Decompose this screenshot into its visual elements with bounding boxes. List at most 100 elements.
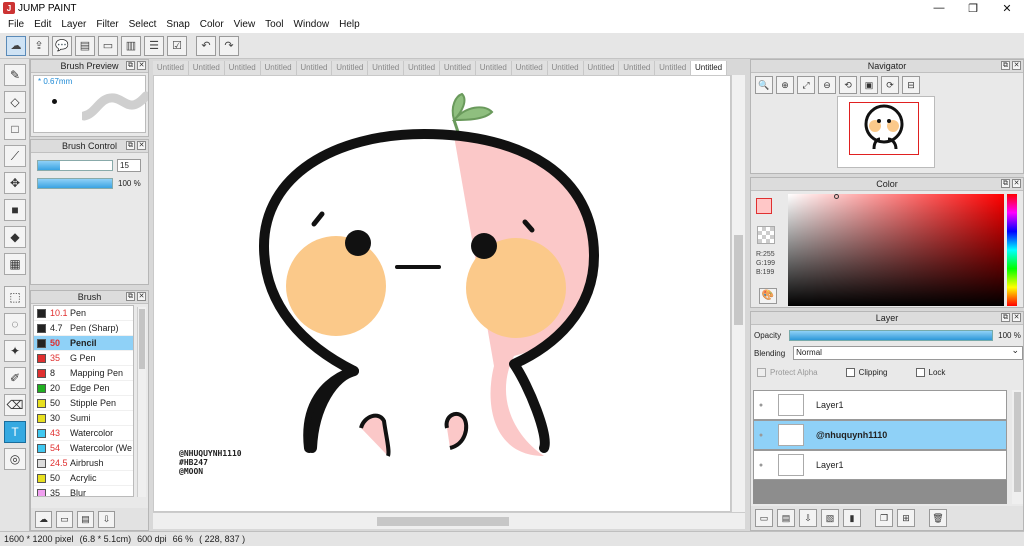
magic-wand-tool-icon[interactable]: ✦: [4, 340, 26, 362]
document-tab[interactable]: Untitled: [655, 61, 692, 75]
brush-opacity-slider[interactable]: [37, 178, 113, 189]
document-tab[interactable]: Untitled: [440, 61, 476, 75]
float-icon[interactable]: ⧉: [126, 141, 135, 150]
zoom-in-icon[interactable]: ⊕: [776, 76, 794, 94]
doc-icon[interactable]: ▥: [121, 35, 141, 56]
shape-tool-icon[interactable]: □: [4, 118, 26, 140]
rotate-left-icon[interactable]: ⟲: [839, 76, 857, 94]
viewport-rectangle[interactable]: [849, 102, 919, 155]
brush-size-slider[interactable]: [37, 160, 113, 171]
visibility-icon[interactable]: ●: [754, 402, 768, 409]
menu-view[interactable]: View: [229, 19, 261, 30]
brush-cloud-icon[interactable]: ☁: [35, 510, 52, 528]
folder-icon[interactable]: ▮: [843, 509, 861, 527]
clipping-checkbox[interactable]: Clipping: [845, 368, 888, 377]
visibility-icon[interactable]: ●: [754, 462, 768, 469]
float-icon[interactable]: ⧉: [126, 292, 135, 301]
document-tab[interactable]: Untitled: [332, 61, 369, 75]
brush-list-item[interactable]: 4.7 Pen (Sharp): [34, 321, 133, 336]
canvas-vertical-scrollbar[interactable]: [731, 75, 745, 512]
lasso-tool-icon[interactable]: ◌: [4, 313, 26, 335]
brush-list-item[interactable]: 43 Watercolor: [34, 426, 133, 441]
menu-color[interactable]: Color: [195, 19, 229, 30]
color-picker-field[interactable]: [788, 194, 1004, 306]
pen-tool-icon[interactable]: ✎: [4, 64, 26, 86]
brush-list-item[interactable]: 30 Sumi: [34, 411, 133, 426]
document-tab[interactable]: Untitled: [548, 61, 584, 75]
document-tab[interactable]: Untitled: [619, 61, 656, 75]
menu-tool[interactable]: Tool: [260, 19, 288, 30]
share-icon[interactable]: ⇪: [29, 35, 49, 56]
gradient-tool-icon[interactable]: ▦: [4, 253, 26, 275]
menu-edit[interactable]: Edit: [29, 19, 56, 30]
brush-list-item[interactable]: 8 Mapping Pen: [34, 366, 133, 381]
menu-window[interactable]: Window: [289, 19, 335, 30]
brush-list-item[interactable]: 20 Edge Pen: [34, 381, 133, 396]
document-tab[interactable]: Untitled: [261, 61, 297, 75]
fill-rect-tool-icon[interactable]: ■: [4, 199, 26, 221]
line-tool-icon[interactable]: ⟋: [4, 145, 26, 167]
transparent-color-swatch[interactable]: [757, 226, 775, 244]
brush-list-item[interactable]: 50 Pencil: [34, 336, 133, 351]
delete-layer-icon[interactable]: 🗑: [929, 509, 947, 527]
merge-down-icon[interactable]: ⇩: [799, 509, 817, 527]
layer-opacity-slider[interactable]: [789, 330, 994, 341]
select-pen-tool-icon[interactable]: ✐: [4, 367, 26, 389]
zoom-out-icon[interactable]: ⊖: [818, 76, 836, 94]
document-tab[interactable]: Untitled: [368, 61, 405, 75]
brush-list-item[interactable]: 50 Acrylic: [34, 471, 133, 486]
protect-alpha-checkbox[interactable]: Protect Alpha: [757, 368, 818, 377]
float-icon[interactable]: ⧉: [126, 61, 135, 70]
reset-view-icon[interactable]: ▣: [860, 76, 878, 94]
list-icon[interactable]: ☰: [144, 35, 164, 56]
eyedropper-tool-icon[interactable]: ◎: [4, 448, 26, 470]
brush-list-item[interactable]: 35 Blur: [34, 486, 133, 496]
speech-icon[interactable]: ▤: [75, 35, 95, 56]
brush-list-item[interactable]: 35 G Pen: [34, 351, 133, 366]
document-tab[interactable]: Untitled: [297, 61, 333, 75]
select-eraser-tool-icon[interactable]: ⌫: [4, 394, 26, 416]
close-icon[interactable]: ✕: [137, 141, 146, 150]
layer-row[interactable]: ● Layer1: [753, 390, 1007, 420]
document-tab[interactable]: Untitled: [512, 61, 548, 75]
float-icon[interactable]: ⧉: [1001, 179, 1010, 188]
close-icon[interactable]: ✕: [1012, 179, 1021, 188]
minimize-button[interactable]: —: [922, 0, 956, 16]
document-tab[interactable]: Untitled: [225, 61, 261, 75]
menu-select[interactable]: Select: [124, 19, 162, 30]
brush-list-item[interactable]: 50 Stipple Pen: [34, 396, 133, 411]
menu-file[interactable]: File: [3, 19, 29, 30]
brush-new-icon[interactable]: ▭: [56, 510, 73, 528]
document-tab[interactable]: Untitled: [189, 61, 225, 75]
close-icon[interactable]: ✕: [137, 61, 146, 70]
bucket-tool-icon[interactable]: ◆: [4, 226, 26, 248]
blending-select[interactable]: Normal: [793, 344, 1023, 360]
float-icon[interactable]: ⧉: [1001, 61, 1010, 70]
document-tab[interactable]: Untitled: [584, 61, 620, 75]
document-tab[interactable]: Untitled: [476, 61, 512, 75]
float-icon[interactable]: ⧉: [1001, 313, 1010, 322]
cloud-sync-icon[interactable]: ☁: [6, 35, 26, 56]
duplicate-layer-icon[interactable]: ❐: [875, 509, 893, 527]
brush-import-icon[interactable]: ⇩: [98, 510, 115, 528]
layer-settings-icon[interactable]: ▤: [777, 509, 795, 527]
rotate-right-icon[interactable]: ⟳: [881, 76, 899, 94]
visibility-icon[interactable]: ●: [754, 432, 768, 439]
screentone-layer-icon[interactable]: ▧: [821, 509, 839, 527]
palette-icon[interactable]: 🎨: [759, 288, 777, 304]
select-rect-tool-icon[interactable]: ⬚: [4, 286, 26, 308]
brush-list-item[interactable]: 10.1 Pen: [34, 306, 133, 321]
layer-row[interactable]: ● Layer1: [753, 450, 1007, 480]
lock-checkbox[interactable]: Lock: [915, 368, 945, 377]
document-tab[interactable]: Untitled: [404, 61, 440, 75]
brush-list-scrollbar[interactable]: [137, 307, 146, 497]
layer-row[interactable]: ● @nhuquynh1110: [753, 420, 1007, 450]
brush-list-item[interactable]: 54 Watercolor (We: [34, 441, 133, 456]
brush-list-item[interactable]: 24.5 Airbrush: [34, 456, 133, 471]
close-button[interactable]: ✕: [990, 0, 1024, 16]
navigator-thumbnail[interactable]: [837, 96, 935, 168]
hue-slider[interactable]: [1007, 194, 1017, 306]
close-icon[interactable]: ✕: [1012, 313, 1021, 322]
brush-size-input[interactable]: 15: [117, 159, 141, 172]
zoom-tool-icon[interactable]: 🔍: [755, 76, 773, 94]
